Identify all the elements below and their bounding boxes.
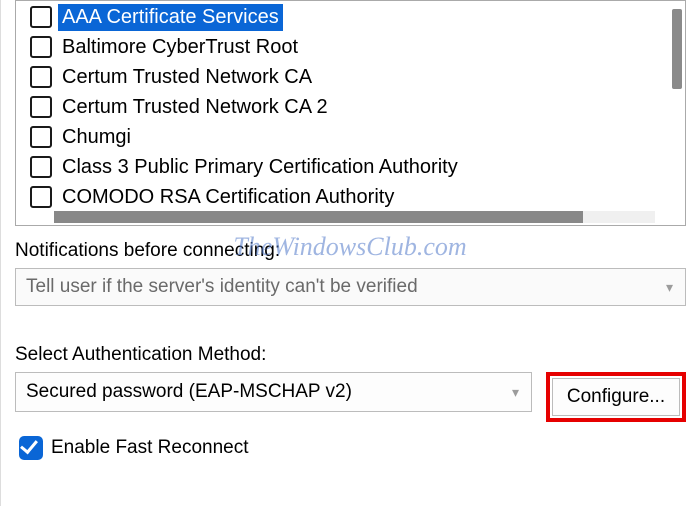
auth-method-label: Select Authentication Method: — [15, 344, 686, 366]
configure-button[interactable]: Configure... — [552, 378, 680, 416]
cert-item[interactable]: Baltimore CyberTrust Root — [30, 33, 679, 61]
scrollbar-thumb[interactable] — [672, 9, 682, 89]
configure-button-label: Configure... — [567, 386, 665, 408]
cert-item[interactable]: Chumgi — [30, 123, 679, 151]
cert-item[interactable]: AAA Certificate Services — [30, 3, 679, 31]
notifications-dropdown[interactable]: Tell user if the server's identity can't… — [15, 268, 686, 306]
cert-label[interactable]: Baltimore CyberTrust Root — [58, 34, 302, 61]
fast-reconnect-checkbox[interactable] — [19, 436, 43, 460]
cert-item[interactable]: COMODO RSA Certification Authority — [30, 183, 679, 211]
trusted-root-ca-list[interactable]: AAA Certificate Services Baltimore Cyber… — [15, 0, 686, 226]
checkbox-icon[interactable] — [30, 36, 52, 58]
auth-method-dropdown[interactable]: Secured password (EAP-MSCHAP v2) ▾ — [15, 372, 532, 412]
vertical-scrollbar[interactable] — [671, 9, 683, 209]
chevron-down-icon: ▾ — [512, 384, 519, 401]
cert-item[interactable]: Class 3 Public Primary Certification Aut… — [30, 153, 679, 181]
cert-label[interactable]: Class 3 Public Primary Certification Aut… — [58, 154, 462, 181]
fast-reconnect-label[interactable]: Enable Fast Reconnect — [51, 437, 249, 459]
checkbox-icon[interactable] — [30, 96, 52, 118]
checkbox-icon[interactable] — [30, 6, 52, 28]
notifications-value: Tell user if the server's identity can't… — [26, 276, 418, 298]
cert-item[interactable]: Certum Trusted Network CA 2 — [30, 93, 679, 121]
scrollbar-thumb[interactable] — [54, 211, 583, 223]
cert-label[interactable]: Certum Trusted Network CA 2 — [58, 94, 332, 121]
cert-label[interactable]: Chumgi — [58, 124, 135, 151]
chevron-down-icon: ▾ — [666, 279, 673, 296]
cert-label[interactable]: Certum Trusted Network CA — [58, 64, 316, 91]
checkbox-icon[interactable] — [30, 66, 52, 88]
configure-highlight: Configure... — [546, 372, 686, 422]
auth-method-value: Secured password (EAP-MSCHAP v2) — [26, 381, 352, 403]
cert-item[interactable]: Certum Trusted Network CA — [30, 63, 679, 91]
cert-label[interactable]: AAA Certificate Services — [58, 4, 283, 31]
checkbox-icon[interactable] — [30, 126, 52, 148]
notifications-label: Notifications before connecting: — [15, 240, 686, 262]
checkbox-icon[interactable] — [30, 156, 52, 178]
cert-label[interactable]: COMODO RSA Certification Authority — [58, 184, 398, 211]
checkbox-icon[interactable] — [30, 186, 52, 208]
horizontal-scrollbar[interactable] — [54, 211, 655, 223]
